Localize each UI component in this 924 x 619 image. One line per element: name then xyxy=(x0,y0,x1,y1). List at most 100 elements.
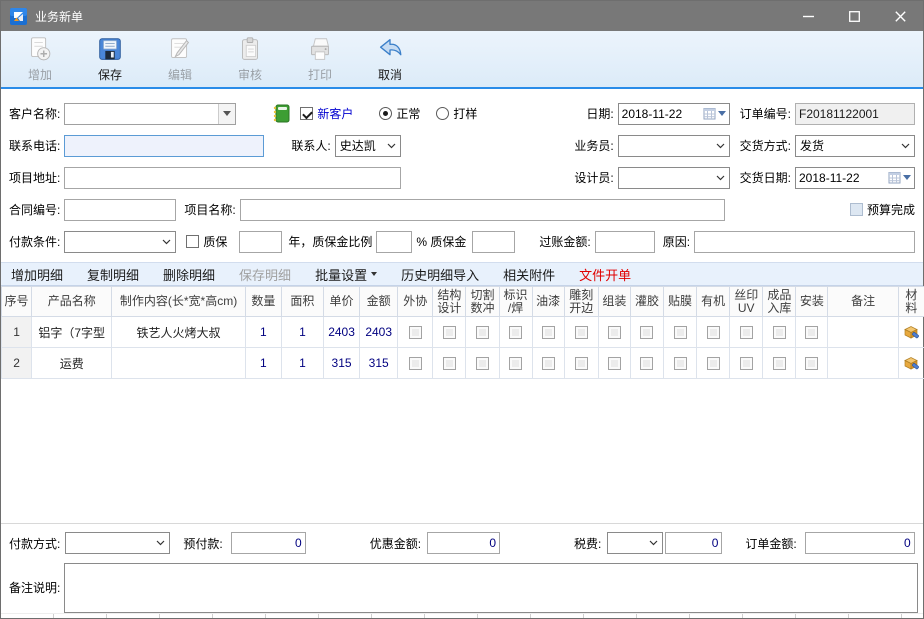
combo-dropdown-button[interactable] xyxy=(218,104,235,124)
add-button[interactable]: 增加 xyxy=(5,32,75,86)
grid-checkbox[interactable] xyxy=(542,326,555,339)
grid-checkbox[interactable] xyxy=(805,326,818,339)
column-header[interactable]: 安装 xyxy=(796,287,828,317)
delivery-date-picker[interactable]: 2018-11-22 xyxy=(795,167,915,189)
column-header[interactable]: 序号 xyxy=(2,287,32,317)
grid-checkbox-cell[interactable] xyxy=(598,317,630,348)
grid-cell[interactable]: 运费 xyxy=(32,348,112,379)
edit-button[interactable]: 编辑 xyxy=(145,32,215,86)
column-header[interactable]: 有机 xyxy=(697,287,730,317)
grid-checkbox[interactable] xyxy=(409,326,422,339)
minimize-button[interactable] xyxy=(785,1,831,31)
audit-button[interactable]: 审核 xyxy=(215,32,285,86)
budget-done-checkbox[interactable] xyxy=(850,203,863,216)
grid-checkbox-cell[interactable] xyxy=(763,348,796,379)
grid-checkbox-cell[interactable] xyxy=(664,348,697,379)
grid-checkbox-cell[interactable] xyxy=(796,348,828,379)
grid-checkbox-cell[interactable] xyxy=(697,348,730,379)
batch-set-menu[interactable]: 批量设置 xyxy=(315,265,377,284)
grid-cell[interactable]: 2403 xyxy=(324,317,360,348)
tax-select[interactable] xyxy=(607,532,663,554)
grid-checkbox[interactable] xyxy=(773,326,786,339)
grid-cell[interactable]: 315 xyxy=(324,348,360,379)
reason-input[interactable] xyxy=(694,231,915,253)
grid-checkbox-cell[interactable] xyxy=(466,348,499,379)
grid-cell[interactable]: 铝字（7字型 xyxy=(32,317,112,348)
warranty-years-input[interactable] xyxy=(239,231,282,253)
column-header[interactable]: 产品名称 xyxy=(32,287,112,317)
grid-checkbox[interactable] xyxy=(707,326,720,339)
grid-checkbox-cell[interactable] xyxy=(697,317,730,348)
designer-select[interactable] xyxy=(618,167,730,189)
column-header[interactable]: 材 料 xyxy=(898,287,924,317)
grid-checkbox[interactable] xyxy=(443,357,456,370)
project-input[interactable] xyxy=(240,199,725,221)
contact-book-icon[interactable] xyxy=(272,104,290,123)
print-button[interactable]: 打印 xyxy=(285,32,355,86)
grid-checkbox[interactable] xyxy=(674,357,687,370)
grid-checkbox[interactable] xyxy=(509,326,522,339)
payment-method-select[interactable] xyxy=(65,532,170,554)
grid-checkbox[interactable] xyxy=(640,357,653,370)
grid-checkbox[interactable] xyxy=(409,357,422,370)
column-header[interactable]: 面积 xyxy=(281,287,323,317)
grid-checkbox-cell[interactable] xyxy=(564,317,598,348)
delete-detail-link[interactable]: 删除明细 xyxy=(163,265,215,284)
warranty-amount-input[interactable] xyxy=(472,231,515,253)
grid-checkbox-cell[interactable] xyxy=(730,348,763,379)
column-header[interactable]: 雕刻 开边 xyxy=(564,287,598,317)
prepay-input[interactable] xyxy=(231,532,306,554)
grid-cell[interactable] xyxy=(112,348,245,379)
column-header[interactable]: 丝印 UV xyxy=(730,287,763,317)
phone-input[interactable] xyxy=(64,135,264,157)
payment-terms-select[interactable] xyxy=(64,231,176,253)
grid-checkbox[interactable] xyxy=(476,357,489,370)
grid-checkbox[interactable] xyxy=(707,357,720,370)
grid-checkbox-cell[interactable] xyxy=(398,348,433,379)
add-detail-link[interactable]: 增加明细 xyxy=(11,265,63,284)
tax-input[interactable] xyxy=(665,532,722,554)
column-header[interactable]: 数量 xyxy=(245,287,281,317)
grid-checkbox-cell[interactable] xyxy=(730,317,763,348)
file-order-link[interactable]: 文件开单 xyxy=(579,265,631,284)
column-header[interactable]: 灌胶 xyxy=(630,287,663,317)
grid-checkbox[interactable] xyxy=(575,357,588,370)
column-header[interactable]: 贴膜 xyxy=(664,287,697,317)
grid-checkbox-cell[interactable] xyxy=(564,348,598,379)
date-picker[interactable]: 2018-11-22 xyxy=(618,103,730,125)
grid-checkbox-cell[interactable] xyxy=(466,317,499,348)
grid-cell[interactable]: 1 xyxy=(281,348,323,379)
grid-checkbox-cell[interactable] xyxy=(796,317,828,348)
grid-cell[interactable]: 1 xyxy=(281,317,323,348)
grid-cell[interactable]: 1 xyxy=(245,317,281,348)
customer-combobox[interactable] xyxy=(64,103,236,125)
column-header[interactable]: 结构 设计 xyxy=(433,287,466,317)
grid-checkbox[interactable] xyxy=(476,326,489,339)
material-package-icon[interactable] xyxy=(903,324,919,340)
grid-cell[interactable]: 铁艺人火烤大叔 xyxy=(112,317,245,348)
remark-textarea[interactable] xyxy=(64,563,918,613)
grid-checkbox[interactable] xyxy=(608,357,621,370)
cancel-button[interactable]: 取消 xyxy=(355,32,425,86)
grid-checkbox[interactable] xyxy=(805,357,818,370)
grid-checkbox[interactable] xyxy=(575,326,588,339)
warranty-checkbox[interactable] xyxy=(186,235,199,248)
grid-checkbox-cell[interactable] xyxy=(630,317,663,348)
column-header[interactable]: 金额 xyxy=(360,287,398,317)
save-button[interactable]: 保存 xyxy=(75,32,145,86)
grid-checkbox-cell[interactable] xyxy=(664,317,697,348)
grid-cell[interactable]: 2403 xyxy=(360,317,398,348)
order-type-proof-radio[interactable] xyxy=(436,107,449,120)
grid-checkbox-cell[interactable] xyxy=(532,348,564,379)
column-header[interactable]: 标识 /焊 xyxy=(499,287,532,317)
grid-checkbox-cell[interactable] xyxy=(763,317,796,348)
attachments-link[interactable]: 相关附件 xyxy=(503,265,555,284)
copy-detail-link[interactable]: 复制明细 xyxy=(87,265,139,284)
grid-checkbox-cell[interactable] xyxy=(499,317,532,348)
grid-checkbox-cell[interactable] xyxy=(433,348,466,379)
contract-input[interactable] xyxy=(64,199,176,221)
grid-checkbox-cell[interactable] xyxy=(598,348,630,379)
grid-checkbox[interactable] xyxy=(443,326,456,339)
grid-checkbox-cell[interactable] xyxy=(499,348,532,379)
discount-input[interactable] xyxy=(427,532,500,554)
